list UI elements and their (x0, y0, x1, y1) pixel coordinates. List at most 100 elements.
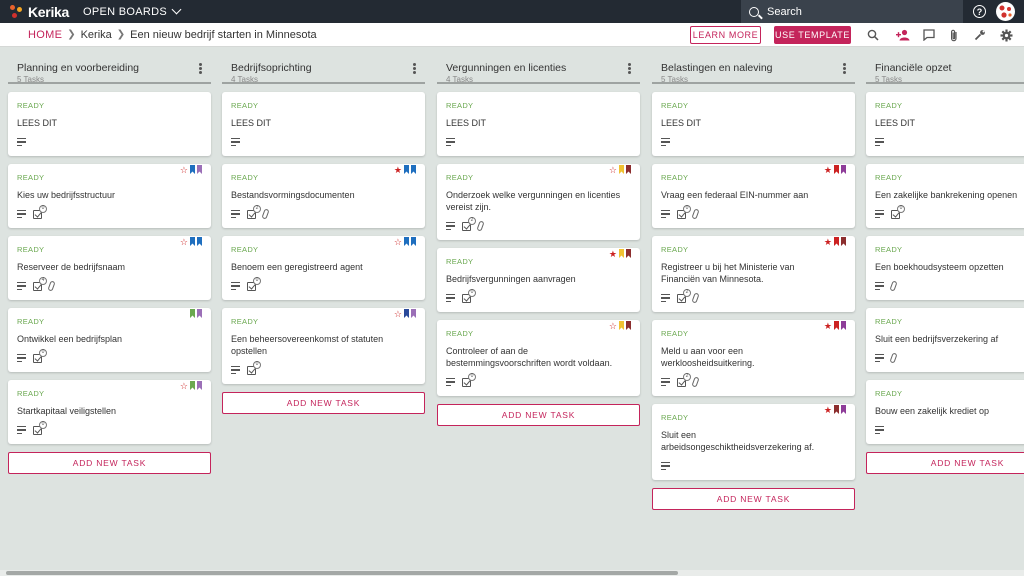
card-icons: 2 (661, 372, 846, 388)
column-header[interactable]: Belastingen en naleving 5 Tasks (652, 47, 855, 84)
breadcrumb-home[interactable]: HOME (28, 29, 62, 41)
attachment-icon[interactable] (947, 28, 961, 42)
task-card[interactable]: READY Ontwikkel een bedrijfsplan 0 (8, 308, 211, 372)
bookmark-flag-icon (841, 405, 846, 414)
description-icon (446, 222, 455, 230)
card-status: READY (875, 389, 903, 398)
star-filled-icon[interactable]: ★ (824, 405, 832, 415)
card-icons (17, 136, 202, 148)
star-outline-icon[interactable]: ☆ (394, 309, 402, 319)
task-card[interactable]: ☆ READY Controleer of aan de bestemmingsvo… (437, 320, 640, 396)
open-boards-menu[interactable]: OPEN BOARDS (83, 4, 182, 18)
avatar-image (996, 2, 1015, 21)
breadcrumb-bar: HOME ❯ Kerika ❯ Een nieuw bedrijf starte… (0, 23, 1024, 47)
column-header[interactable]: Financiële opzet 5 Tasks (866, 47, 1024, 84)
task-card[interactable]: ★ READY Registreer u bij het Ministerie va… (652, 236, 855, 312)
star-filled-icon[interactable]: ★ (824, 237, 832, 247)
task-card[interactable]: READY LEES DIT (437, 92, 640, 156)
task-card[interactable]: ☆ READY Onderzoek welke vergunningen en li… (437, 164, 640, 240)
card-icons: 0 (231, 276, 416, 292)
more-vertical-icon[interactable] (628, 63, 631, 74)
task-card[interactable]: ★ READY Bedrijfsvergunningen aanvragen 0 (437, 248, 640, 312)
star-filled-icon[interactable]: ★ (824, 321, 832, 331)
card-icons (875, 424, 1024, 436)
bookmark-flag-icon (197, 165, 202, 174)
task-card[interactable]: ☆ READY Reserveer de bedrijfsnaam 4 (8, 236, 211, 300)
board-column: Belastingen en naleving 5 Tasks READY LEES … (644, 47, 855, 510)
star-outline-icon[interactable]: ☆ (394, 237, 402, 247)
add-person-icon[interactable] (896, 28, 910, 42)
card-status: READY (446, 329, 474, 338)
add-new-task-button[interactable]: ADD NEW TASK (222, 392, 425, 414)
checklist-icon: 0 (677, 204, 691, 219)
star-outline-icon[interactable]: ☆ (609, 321, 617, 331)
more-vertical-icon[interactable] (199, 63, 202, 74)
more-vertical-icon[interactable] (843, 63, 846, 74)
horizontal-scrollbar[interactable] (0, 570, 1024, 576)
task-card[interactable]: ★ READY Vraag een federaal EIN-nummer aan 0 (652, 164, 855, 228)
card-status: READY (17, 101, 45, 110)
card-flags: ☆ (609, 165, 631, 175)
task-card[interactable]: READY Een boekhoudsysteem opzetten (866, 236, 1024, 300)
kerika-logo[interactable]: Kerika (10, 4, 69, 20)
column-header[interactable]: Vergunningen en licenties 4 Tasks (437, 47, 640, 84)
scrollbar-thumb[interactable] (6, 571, 678, 575)
more-vertical-icon[interactable] (413, 63, 416, 74)
help-icon[interactable]: ? (973, 5, 986, 18)
task-card[interactable]: ☆ READY Een beheersovereenkomst of statute… (222, 308, 425, 384)
board-search-icon[interactable] (866, 28, 880, 42)
top-bar: Kerika OPEN BOARDS ? (0, 0, 1024, 23)
gear-icon[interactable] (999, 28, 1013, 42)
task-card[interactable]: READY LEES DIT (866, 92, 1024, 156)
search-box[interactable] (741, 0, 963, 23)
breadcrumb: HOME ❯ Kerika ❯ Een nieuw bedrijf starte… (28, 29, 317, 41)
chat-icon[interactable] (922, 28, 936, 42)
bookmark-flag-icon (834, 405, 839, 414)
card-flags: ☆ (394, 237, 416, 247)
star-outline-icon[interactable]: ☆ (180, 165, 188, 175)
task-card[interactable]: READY Sluit een bedrijfsverzekering af (866, 308, 1024, 372)
use-template-button[interactable]: USE TEMPLATE (774, 26, 851, 44)
star-outline-icon[interactable]: ☆ (180, 237, 188, 247)
task-card[interactable]: ★ READY Sluit een arbeidsongeschiktheidsve… (652, 404, 855, 480)
search-input[interactable] (767, 5, 947, 18)
breadcrumb-item-kerika[interactable]: Kerika (81, 29, 112, 41)
checklist-icon: 0 (33, 204, 47, 219)
add-new-task-button[interactable]: ADD NEW TASK (437, 404, 640, 426)
attachment-icon (889, 280, 898, 292)
breadcrumb-item-board[interactable]: Een nieuw bedrijf starten in Minnesota (130, 29, 317, 41)
checklist-count: 2 (468, 216, 476, 225)
task-card[interactable]: ★ READY Bestandsvormingsdocumenten 2 (222, 164, 425, 228)
column-header[interactable]: Planning en voorbereiding 5 Tasks (8, 47, 211, 84)
task-card[interactable]: ☆ READY Startkapitaal veiligstellen 0 (8, 380, 211, 444)
learn-more-button[interactable]: LEARN MORE (690, 26, 761, 44)
task-card[interactable]: ☆ READY Benoem een geregistreerd agent 0 (222, 236, 425, 300)
star-filled-icon[interactable]: ★ (609, 249, 617, 259)
card-status: READY (17, 389, 45, 398)
star-filled-icon[interactable]: ★ (824, 165, 832, 175)
column-header[interactable]: Bedrijfsoprichting 4 Tasks (222, 47, 425, 84)
task-card[interactable]: READY Bouw een zakelijk krediet op (866, 380, 1024, 444)
wrench-icon[interactable] (973, 28, 987, 42)
task-card[interactable]: READY Een zakelijke bankrekening openen 0 (866, 164, 1024, 228)
description-icon (661, 378, 670, 386)
add-new-task-button[interactable]: ADD NEW TASK (8, 452, 211, 474)
task-card[interactable]: READY LEES DIT (222, 92, 425, 156)
star-filled-icon[interactable]: ★ (394, 165, 402, 175)
add-new-task-button[interactable]: ADD NEW TASK (652, 488, 855, 510)
star-outline-icon[interactable]: ☆ (609, 165, 617, 175)
star-outline-icon[interactable]: ☆ (180, 381, 188, 391)
task-card[interactable]: ☆ READY Kies uw bedrijfsstructuur 0 (8, 164, 211, 228)
task-card[interactable]: READY LEES DIT (8, 92, 211, 156)
task-card[interactable]: ★ READY Meld u aan voor een werkloosheidsu… (652, 320, 855, 396)
add-new-task-button[interactable]: ADD NEW TASK (866, 452, 1024, 474)
bookmark-flag-icon (411, 237, 416, 246)
task-card[interactable]: READY LEES DIT (652, 92, 855, 156)
bookmark-flag-icon (190, 381, 195, 390)
card-title: Een boekhoudsysteem opzetten (875, 262, 1004, 272)
card-title: Kies uw bedrijfsstructuur (17, 190, 116, 200)
card-flags: ☆ (180, 165, 202, 175)
avatar[interactable] (996, 2, 1015, 21)
checklist-icon: 0 (33, 420, 47, 435)
checklist-count: 0 (468, 372, 476, 381)
